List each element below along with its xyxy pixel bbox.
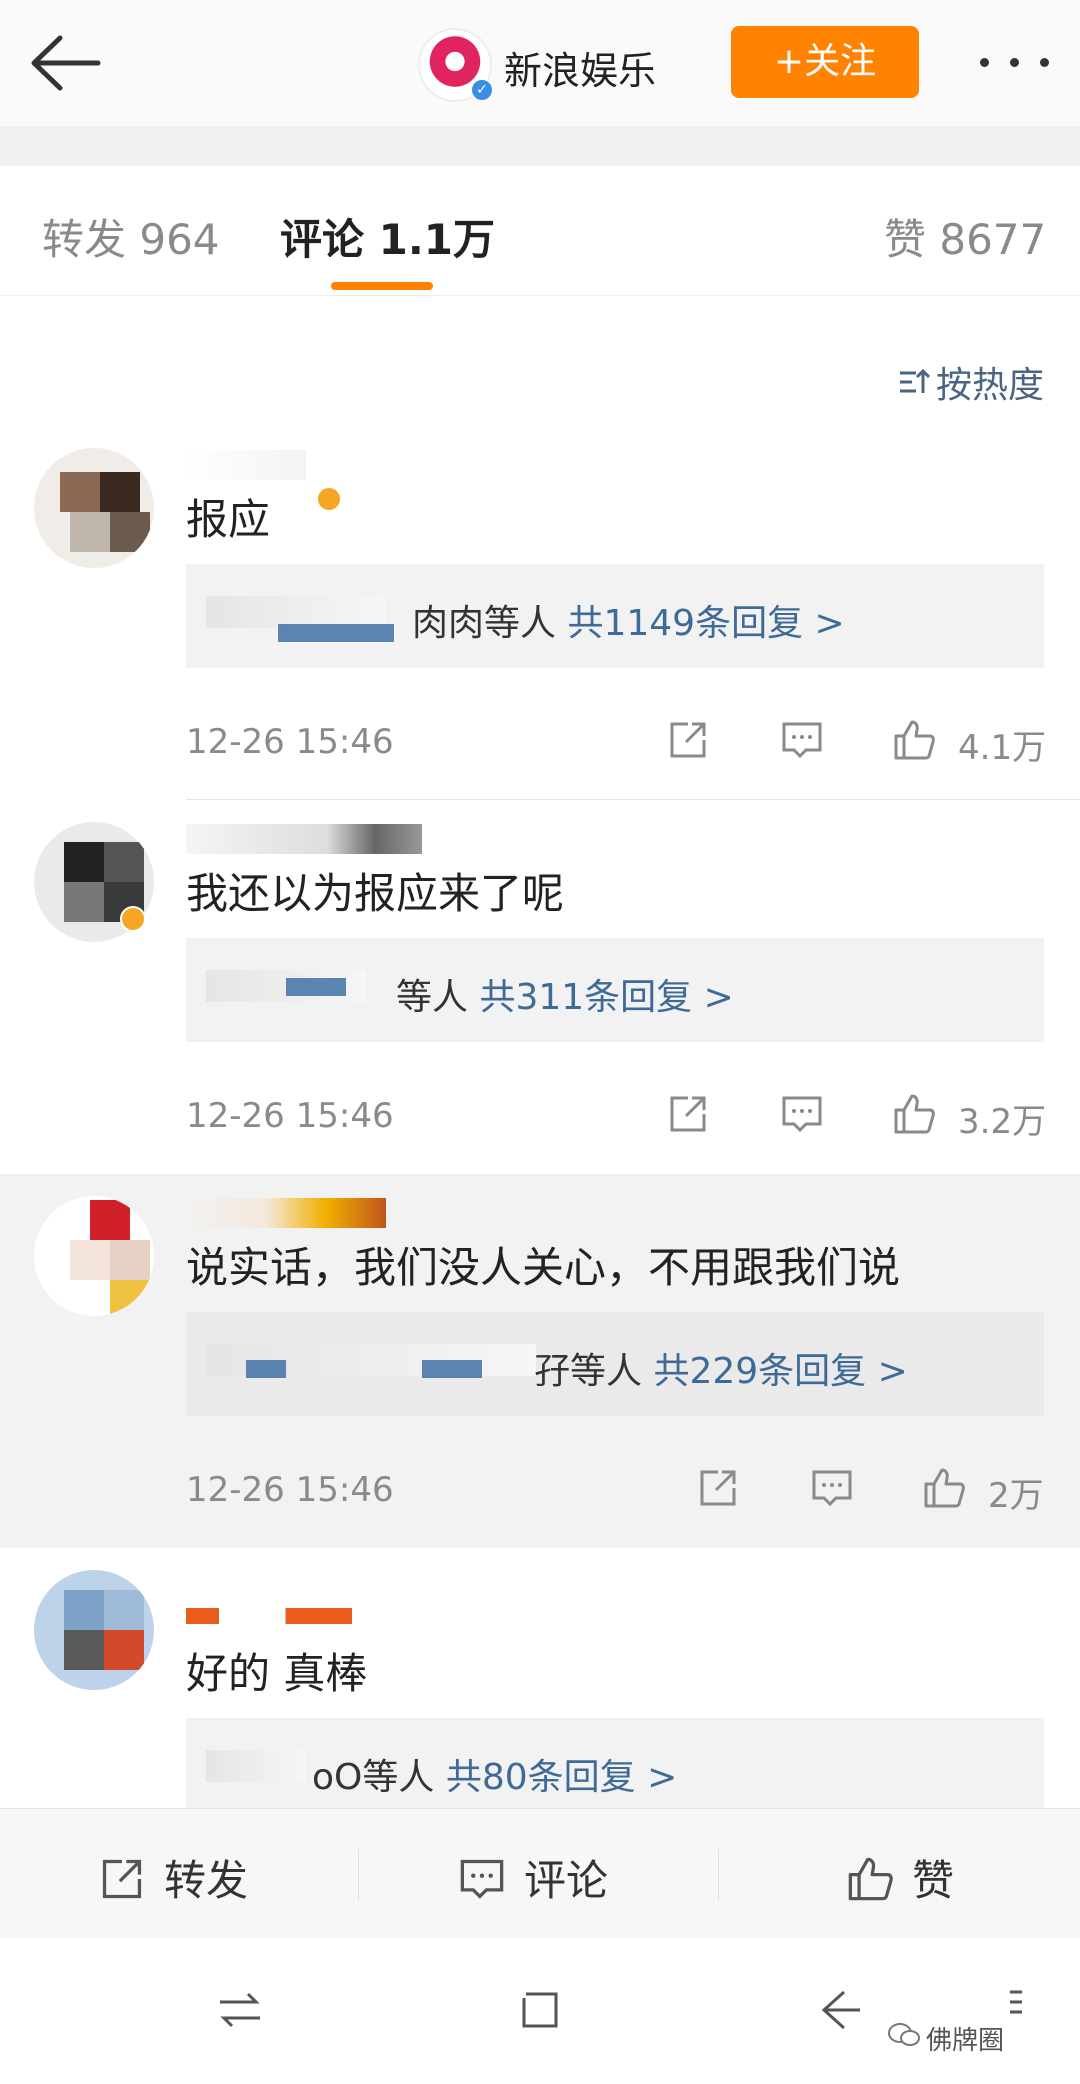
like-count: 3.2万 — [958, 1102, 1047, 1142]
reply-summary: 等人 共311条回复 > — [396, 968, 734, 1020]
share-icon[interactable] — [666, 718, 710, 762]
like-icon[interactable] — [892, 1092, 936, 1136]
account-name[interactable]: 新浪娱乐 — [504, 40, 656, 95]
recent-apps-icon[interactable] — [216, 1986, 264, 2038]
bottom-action-bar: 转发 评论 赞 — [0, 1808, 1080, 1938]
like-count: 4.1万 — [958, 728, 1047, 768]
verified-icon: ✓ — [470, 78, 494, 102]
reply-preview[interactable]: 等人 共311条回复 > — [186, 938, 1044, 1042]
repost-button[interactable]: 转发 — [98, 1847, 248, 1908]
reply-preview[interactable]: oO等人 共80条回复 > — [186, 1718, 1044, 1822]
reply-count-link[interactable]: 共229条回复 > — [653, 1351, 907, 1392]
comment-time: 12-26 15:46 — [186, 1470, 394, 1510]
top-bar: ✓ 新浪娱乐 +关注 — [0, 0, 1080, 126]
like-count: 2万 — [988, 1476, 1044, 1516]
like-icon[interactable] — [892, 718, 936, 762]
reply-count-link[interactable]: 共80条回复 > — [446, 1757, 677, 1798]
reply-summary: 肉肉等人 共1149条回复 > — [412, 594, 845, 646]
username-redacted — [186, 824, 422, 854]
comment-item: 我还以为报应来了呢 等人 共311条回复 > 12-26 15:46 3.2万 — [0, 800, 1080, 1174]
follow-button[interactable]: +关注 — [731, 26, 919, 98]
comment-text: 报应 — [186, 495, 271, 544]
divider — [718, 1849, 719, 1901]
tab-repost[interactable]: 转发 964 — [42, 206, 220, 267]
comment-text: 我还以为报应来了呢 — [186, 869, 565, 918]
more-icon[interactable] — [970, 40, 1060, 86]
sort-label: 按热度 — [935, 365, 1044, 406]
comment-time: 12-26 15:46 — [186, 1096, 394, 1136]
home-icon[interactable] — [516, 1986, 564, 2038]
tab-comments[interactable]: 评论 1.1万 — [280, 206, 495, 267]
back-arrow-icon[interactable] — [24, 30, 104, 96]
comment-item: 说实话，我们没人关心，不用跟我们说 孖等人 共229条回复 > 12-26 15… — [0, 1174, 1080, 1548]
avatar[interactable] — [34, 1196, 154, 1316]
share-icon — [102, 1859, 142, 1899]
repost-label: 转发 — [164, 1856, 249, 1905]
like-button[interactable]: 赞 — [846, 1847, 954, 1908]
comment-item: 报应 肉肉等人 共1149条回复 > 12-26 15:46 4.1万 — [0, 426, 1080, 800]
tab-likes[interactable]: 赞 8677 — [884, 206, 1046, 267]
reply-summary: oO等人 共80条回复 > — [312, 1748, 677, 1800]
section-gap — [0, 126, 1080, 166]
comment-time: 12-26 15:46 — [186, 722, 394, 762]
reply-summary: 孖等人 共229条回复 > — [534, 1342, 908, 1394]
redacted-replier — [206, 1750, 306, 1782]
username-redacted — [186, 1608, 352, 1624]
share-icon[interactable] — [696, 1466, 740, 1510]
comment-button[interactable]: 评论 — [458, 1847, 608, 1908]
member-badge-icon — [316, 486, 342, 512]
watermark: 佛牌圈 — [926, 2026, 1005, 2056]
comment-icon[interactable] — [810, 1466, 854, 1510]
menu-icon[interactable] — [1006, 1988, 1026, 2032]
like-label: 赞 — [912, 1856, 955, 1905]
reply-names: 肉肉等人 — [412, 603, 557, 644]
redaction-mark — [422, 1360, 482, 1378]
like-icon — [848, 1857, 893, 1901]
comment-text: 说实话，我们没人关心，不用跟我们说 — [186, 1243, 901, 1292]
reply-count-link[interactable]: 共1149条回复 > — [567, 603, 844, 644]
comment-item: 好的 真棒 oO等人 共80条回复 > — [0, 1548, 1080, 1822]
active-tab-indicator — [331, 282, 433, 290]
sort-button[interactable]: 按热度 — [898, 356, 1044, 408]
divider — [358, 1849, 359, 1901]
reply-preview[interactable]: 孖等人 共229条回复 > — [186, 1312, 1044, 1416]
avatar[interactable] — [34, 1570, 154, 1690]
reply-names: 等人 — [396, 977, 469, 1018]
back-icon[interactable] — [816, 1986, 864, 2038]
account-avatar[interactable]: ✓ — [418, 28, 494, 102]
reply-count-link[interactable]: 共311条回复 > — [479, 977, 733, 1018]
redaction-mark — [246, 1360, 286, 1378]
comment-icon[interactable] — [780, 1092, 824, 1136]
comment-label: 评论 — [524, 1856, 609, 1905]
share-icon[interactable] — [666, 1092, 710, 1136]
reply-names: oO等人 — [312, 1757, 435, 1798]
comment-icon — [460, 1859, 504, 1899]
redaction-mark — [278, 624, 394, 642]
verified-icon — [120, 906, 146, 932]
sort-icon — [898, 365, 931, 406]
redaction-mark — [286, 978, 346, 996]
tab-bar: 转发 964 评论 1.1万 赞 8677 — [0, 166, 1080, 296]
reply-preview[interactable]: 肉肉等人 共1149条回复 > — [186, 564, 1044, 668]
username-redacted — [186, 450, 306, 480]
reply-names: 孖等人 — [534, 1351, 643, 1392]
like-icon[interactable] — [922, 1466, 966, 1510]
username-redacted — [186, 1198, 386, 1228]
comment-icon[interactable] — [780, 718, 824, 762]
comment-text: 好的 真棒 — [186, 1649, 368, 1698]
wechat-icon — [888, 2022, 920, 2048]
avatar[interactable] — [34, 448, 154, 568]
system-nav-bar — [0, 1938, 1080, 2084]
